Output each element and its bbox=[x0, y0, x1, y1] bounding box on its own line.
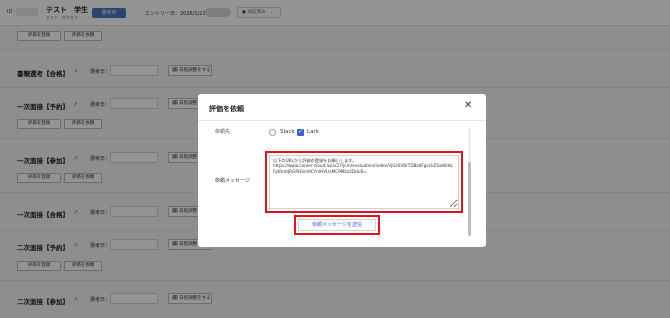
send-message-button[interactable]: 依頼メッセージを送信 bbox=[298, 219, 376, 231]
close-icon[interactable]: ✕ bbox=[464, 101, 472, 111]
lark-label[interactable]: Lark bbox=[307, 129, 319, 135]
message-highlight: 以下のURLから評価の登録をお願いします。 https://www.career… bbox=[265, 151, 463, 213]
lark-checkbox[interactable]: ✓ bbox=[297, 129, 304, 136]
candidate-page: ID : テスト 学生 テスト ガクセイ 選考中 エントリー日：2026/1/2… bbox=[0, 0, 670, 318]
modal-divider bbox=[198, 120, 486, 121]
modal-title: 評価を依頼 bbox=[209, 105, 244, 113]
request-evaluation-modal: 評価を依頼 ✕ 依頼先 Slack ✓ Lark 依頼メッセージ 以下のURLか… bbox=[198, 94, 486, 247]
slack-label[interactable]: Slack bbox=[280, 129, 295, 135]
modal-scrollbar[interactable] bbox=[468, 128, 471, 236]
destination-label: 依頼先 bbox=[215, 129, 231, 135]
message-textarea[interactable]: 以下のURLから評価の登録をお願いします。 https://www.career… bbox=[269, 155, 459, 209]
scrollbar-thumb[interactable] bbox=[468, 162, 471, 236]
slack-radio[interactable] bbox=[269, 129, 276, 136]
send-highlight: 依頼メッセージを送信 bbox=[294, 215, 380, 235]
message-label: 依頼メッセージ bbox=[215, 178, 250, 184]
